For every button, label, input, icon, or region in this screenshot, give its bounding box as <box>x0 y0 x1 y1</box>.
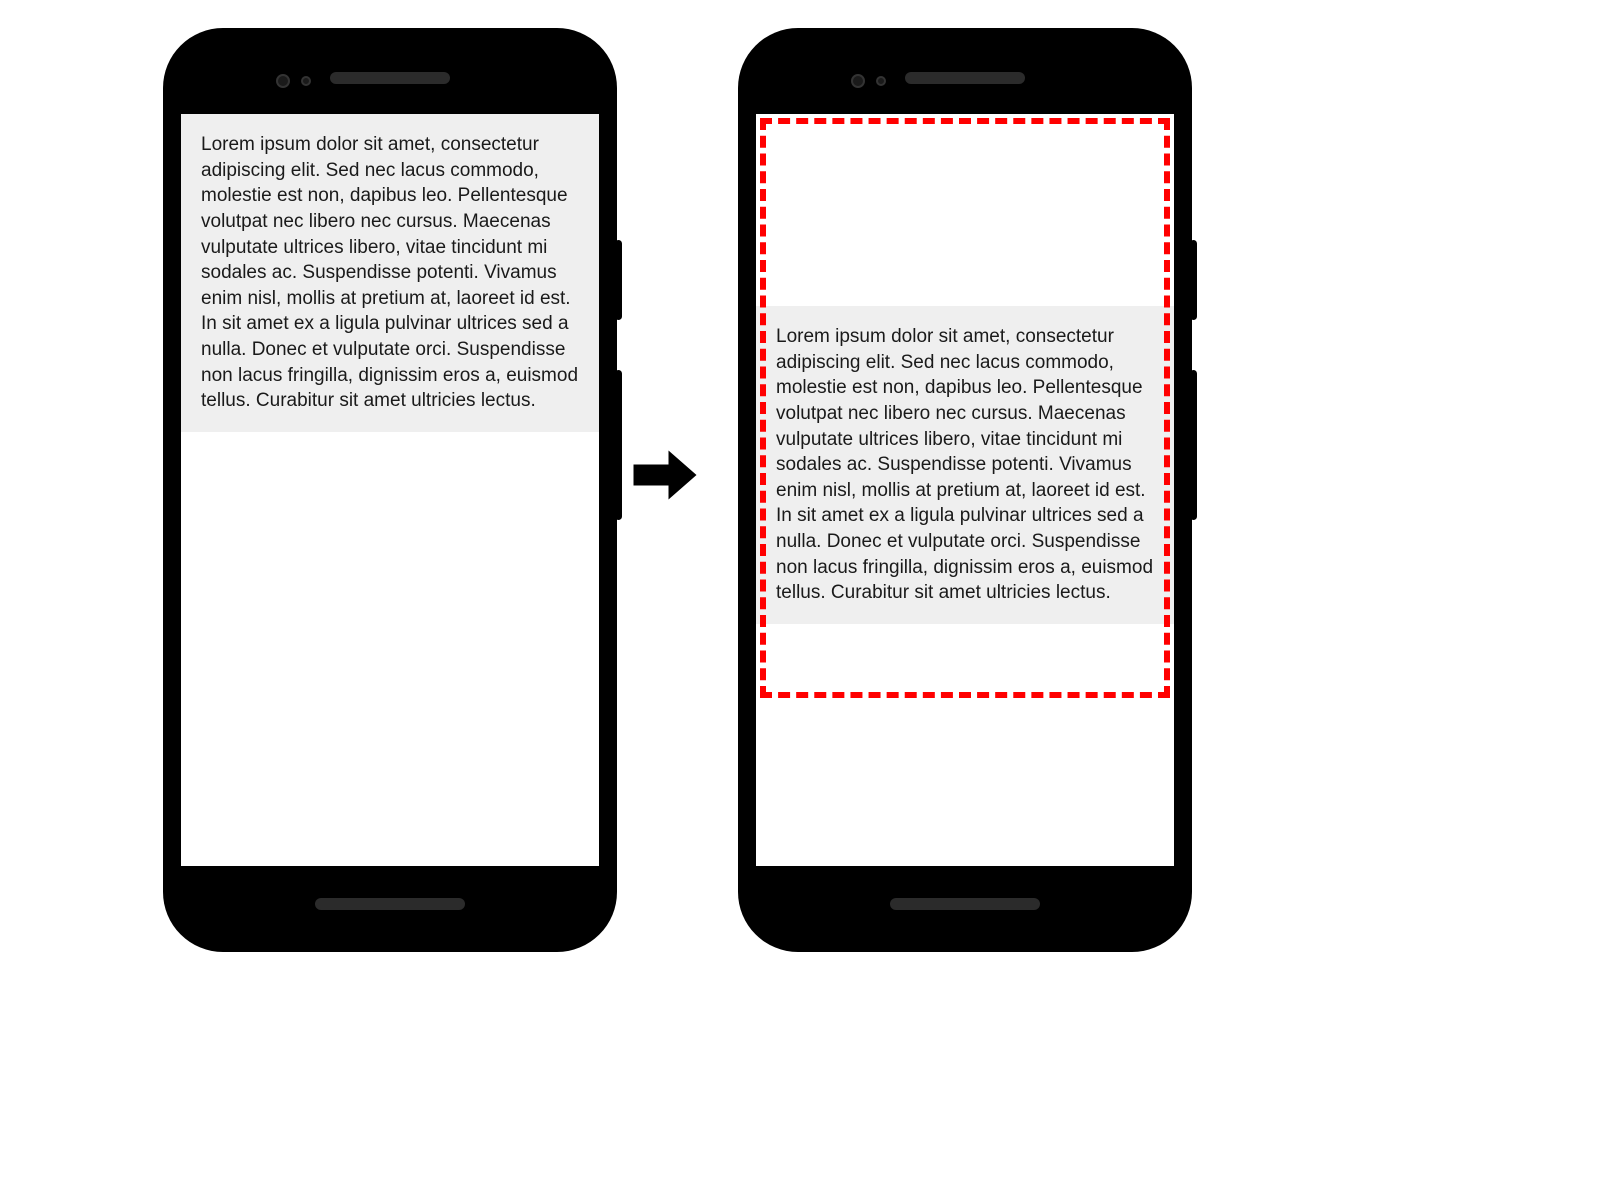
phone-chin-speaker-icon <box>315 898 465 910</box>
phone-chin-speaker-icon <box>890 898 1040 910</box>
phone-volume-button <box>615 370 622 520</box>
content-card-after: Lorem ipsum dolor sit amet, consectetur … <box>756 306 1174 624</box>
content-card-before: Lorem ipsum dolor sit amet, consectetur … <box>181 114 599 432</box>
phone-bezel: Lorem ipsum dolor sit amet, consectetur … <box>181 46 599 934</box>
phone-earpiece-icon <box>905 72 1025 84</box>
phone-frame-before: Lorem ipsum dolor sit amet, consectetur … <box>165 30 615 950</box>
phone-frame-after: Lorem ipsum dolor sit amet, consectetur … <box>740 30 1190 950</box>
phone-bezel: Lorem ipsum dolor sit amet, consectetur … <box>756 46 1174 934</box>
phone-power-button <box>1190 240 1197 320</box>
phone-volume-button <box>1190 370 1197 520</box>
phone-earpiece-icon <box>330 72 450 84</box>
arrow-right-icon <box>630 440 700 510</box>
phone-sensor-icon <box>276 74 290 88</box>
phone-power-button <box>615 240 622 320</box>
phone-camera-icon <box>301 76 311 86</box>
phone-screen-after: Lorem ipsum dolor sit amet, consectetur … <box>756 114 1174 866</box>
diagram-stage: Lorem ipsum dolor sit amet, consectetur … <box>0 0 1600 1200</box>
phone-camera-icon <box>876 76 886 86</box>
phone-screen-before: Lorem ipsum dolor sit amet, consectetur … <box>181 114 599 866</box>
phone-sensor-icon <box>851 74 865 88</box>
